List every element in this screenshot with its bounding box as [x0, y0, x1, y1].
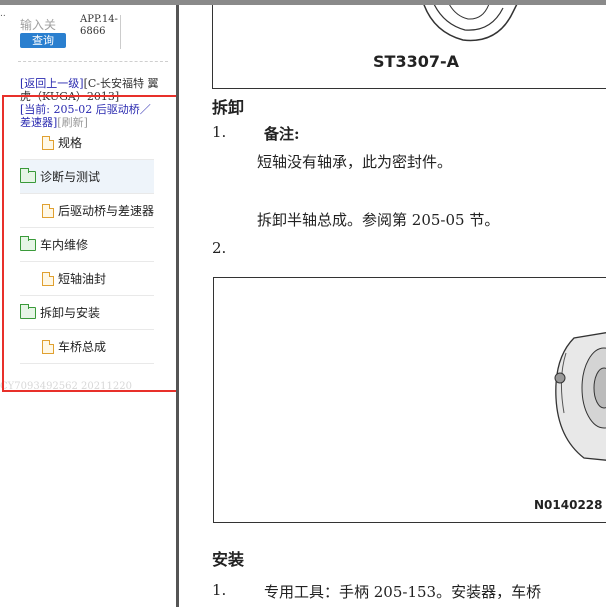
- tree-item-stub-shaft-seal[interactable]: 短轴油封: [20, 262, 154, 296]
- tree-item-label: 拆卸与安装: [40, 306, 101, 320]
- figure-n0140228: N0140228: [213, 277, 606, 523]
- section-heading-removal: 拆卸: [212, 98, 245, 117]
- tree-item-label: 诊断与测试: [40, 170, 101, 184]
- document-icon: [42, 203, 54, 218]
- document-pane: ST3307-A 拆卸 1. 备注: 短轴没有轴承，此为密封件。 拆卸半轴总成。…: [179, 5, 606, 607]
- tree-item-label: 规格: [58, 136, 83, 150]
- step-number: 1.: [212, 581, 227, 599]
- document-icon: [42, 339, 54, 354]
- tree-item-label: 车桥总成: [58, 340, 107, 354]
- figure-label: ST3307-A: [373, 52, 459, 71]
- folder-open-icon: [20, 235, 36, 251]
- step-text: 拆卸半轴总成。参阅第 205-05 节。: [257, 211, 500, 229]
- note-text: 短轴没有轴承，此为密封件。: [257, 153, 453, 171]
- figure-st3307: ST3307-A: [212, 5, 606, 89]
- note-label: 备注:: [264, 125, 300, 143]
- divider: [18, 61, 168, 62]
- folder-open-icon: [20, 303, 36, 319]
- tree-item-rear-axle-differential[interactable]: 后驱动桥与差速器: [20, 194, 154, 228]
- tree-item-specifications[interactable]: 规格: [20, 126, 154, 160]
- sidebar-dots: ..: [0, 9, 6, 19]
- query-button[interactable]: 查询: [20, 33, 66, 48]
- sidebar: .. 查询 APP.14-6866 [返回上一级][C-长安福特 翼虎（KUGA…: [0, 5, 176, 607]
- tree-item-label: 短轴油封: [58, 272, 107, 286]
- document-icon: [42, 271, 54, 286]
- step-text: 专用工具：手柄 205-153。安装器，车桥: [264, 583, 542, 601]
- breadcrumb-current-prefix: [当前:: [20, 103, 54, 116]
- current-code-link[interactable]: 205-02: [54, 103, 93, 116]
- section-heading-installation: 安装: [212, 550, 245, 569]
- tree-item-label: 车内维修: [40, 238, 89, 252]
- folder-open-icon: [20, 167, 36, 183]
- breadcrumb: [返回上一级][C-长安福特 翼虎（KUGA）2013] [当前: 205-02…: [20, 77, 160, 129]
- step-number: 1.: [212, 123, 227, 141]
- step-number: 2.: [212, 239, 227, 257]
- tree-item-in-vehicle-repair[interactable]: 车内维修: [20, 228, 154, 262]
- search-input[interactable]: [20, 17, 70, 33]
- tree-item-label: 后驱动桥与差速器: [58, 204, 155, 218]
- tree-item-removal-installation[interactable]: 拆卸与安装: [20, 296, 154, 330]
- document-icon: [42, 135, 54, 150]
- app-version: APP.14-6866: [80, 14, 118, 37]
- axle-illustration: [554, 332, 606, 461]
- back-link[interactable]: [返回上一级]: [20, 77, 84, 90]
- tree-item-axle-assembly[interactable]: 车桥总成: [20, 330, 154, 364]
- divider: [120, 15, 121, 49]
- footer-code: CY7093492562 20211220: [0, 381, 132, 392]
- figure-label: N0140228: [534, 498, 603, 512]
- tree-item-diagnosis-testing[interactable]: 诊断与测试: [20, 160, 154, 194]
